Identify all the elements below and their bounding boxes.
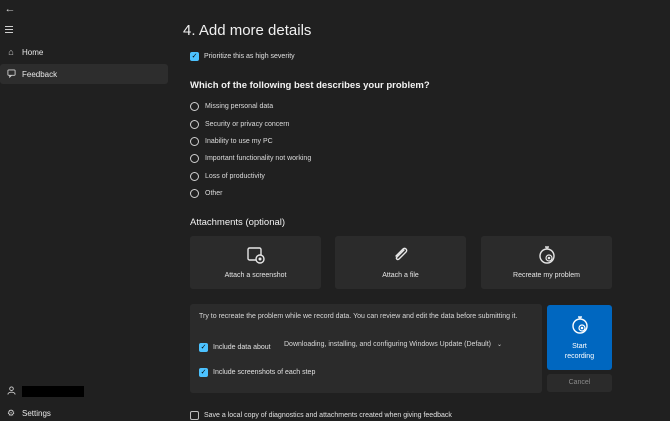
high-severity-checkbox-row[interactable]: ✓ Prioritize this as high severity (190, 52, 295, 61)
checkmark-icon[interactable]: ✓ (199, 368, 208, 377)
recreate-problem-label: Recreate my problem (513, 272, 580, 279)
person-icon (0, 385, 22, 397)
attach-screenshot-button[interactable]: Attach a screenshot (190, 236, 321, 289)
redacted-username (22, 385, 84, 397)
problem-question: Which of the following best describes yo… (190, 80, 430, 91)
chevron-down-icon: ⌄ (497, 342, 503, 348)
stopwatch-icon (547, 315, 612, 335)
attach-file-button[interactable]: Attach a file (335, 236, 466, 289)
radio-circle-icon[interactable] (190, 189, 199, 198)
attachments-heading: Attachments (optional) (190, 217, 286, 228)
paperclip-icon (335, 245, 466, 265)
sidebar-item-home[interactable]: ⌂ Home (0, 42, 168, 62)
sidebar-item-settings[interactable]: ⚙ Settings (0, 405, 168, 421)
data-category-value: Downloading, installing, and configuring… (284, 341, 492, 348)
sidebar-item-feedback[interactable]: Feedback (0, 64, 168, 84)
settings-label: Settings (22, 408, 51, 418)
radio-label: Missing personal data (205, 103, 274, 110)
sidebar-item-label: Home (22, 47, 44, 57)
radio-label: Important functionality not working (205, 155, 312, 162)
feedback-icon (0, 68, 22, 80)
high-severity-label: Prioritize this as high severity (204, 53, 295, 60)
save-copy-checkbox-row[interactable]: Save a local copy of diagnostics and att… (190, 411, 452, 420)
checkmark-icon[interactable]: ✓ (199, 343, 208, 352)
user-account[interactable] (0, 383, 168, 399)
radio-option[interactable]: Other (190, 189, 223, 198)
back-arrow-icon[interactable]: ← (3, 2, 17, 16)
radio-option[interactable]: Inability to use my PC (190, 137, 273, 146)
main-content: 4. Add more details ✓ Prioritize this as… (168, 0, 670, 421)
radio-circle-icon[interactable] (190, 154, 199, 163)
radio-label: Inability to use my PC (205, 138, 273, 145)
attach-screenshot-label: Attach a screenshot (224, 272, 287, 279)
radio-circle-icon[interactable] (190, 102, 199, 111)
start-recording-line2: recording (564, 353, 595, 360)
include-screenshots-label: Include screenshots of each step (213, 369, 316, 376)
screenshot-icon (190, 245, 321, 265)
radio-label: Loss of productivity (205, 173, 265, 180)
start-recording-label: Start recording (547, 342, 612, 362)
checkbox-empty-icon[interactable] (190, 411, 199, 420)
checkmark-icon[interactable]: ✓ (190, 52, 199, 61)
cancel-button[interactable]: Cancel (547, 374, 612, 392)
recreate-description: Try to recreate the problem while we rec… (199, 313, 518, 320)
start-recording-button[interactable]: Start recording (547, 305, 612, 370)
page-title: 4. Add more details (183, 22, 312, 39)
radio-label: Security or privacy concern (205, 121, 290, 128)
stopwatch-icon (481, 245, 612, 265)
save-copy-label: Save a local copy of diagnostics and att… (204, 412, 452, 419)
radio-circle-icon[interactable] (190, 120, 199, 129)
recreate-panel: Try to recreate the problem while we rec… (190, 304, 542, 393)
sidebar-item-label: Feedback (22, 69, 58, 79)
radio-option[interactable]: Important functionality not working (190, 154, 311, 163)
include-screenshots-checkbox-row[interactable]: ✓ Include screenshots of each step (199, 368, 315, 377)
radio-circle-icon[interactable] (190, 172, 199, 181)
recreate-problem-button[interactable]: Recreate my problem (481, 236, 612, 289)
attach-file-label: Attach a file (382, 272, 419, 279)
radio-option[interactable]: Missing personal data (190, 102, 273, 111)
include-data-label: Include data about (213, 344, 271, 351)
gear-icon: ⚙ (6, 407, 16, 418)
radio-circle-icon[interactable] (190, 137, 199, 146)
data-category-dropdown[interactable]: Downloading, installing, and configuring… (284, 341, 502, 348)
radio-option[interactable]: Loss of productivity (190, 172, 265, 181)
sidebar: ← ⌂ Home Feedback ⚙ Settings (0, 0, 168, 421)
home-icon: ⌂ (8, 47, 14, 57)
start-recording-line1: Start (572, 343, 587, 350)
radio-label: Other (205, 190, 223, 197)
include-data-checkbox-row[interactable]: ✓ Include data about (199, 343, 271, 352)
radio-option[interactable]: Security or privacy concern (190, 120, 289, 129)
hamburger-icon[interactable] (3, 24, 17, 36)
